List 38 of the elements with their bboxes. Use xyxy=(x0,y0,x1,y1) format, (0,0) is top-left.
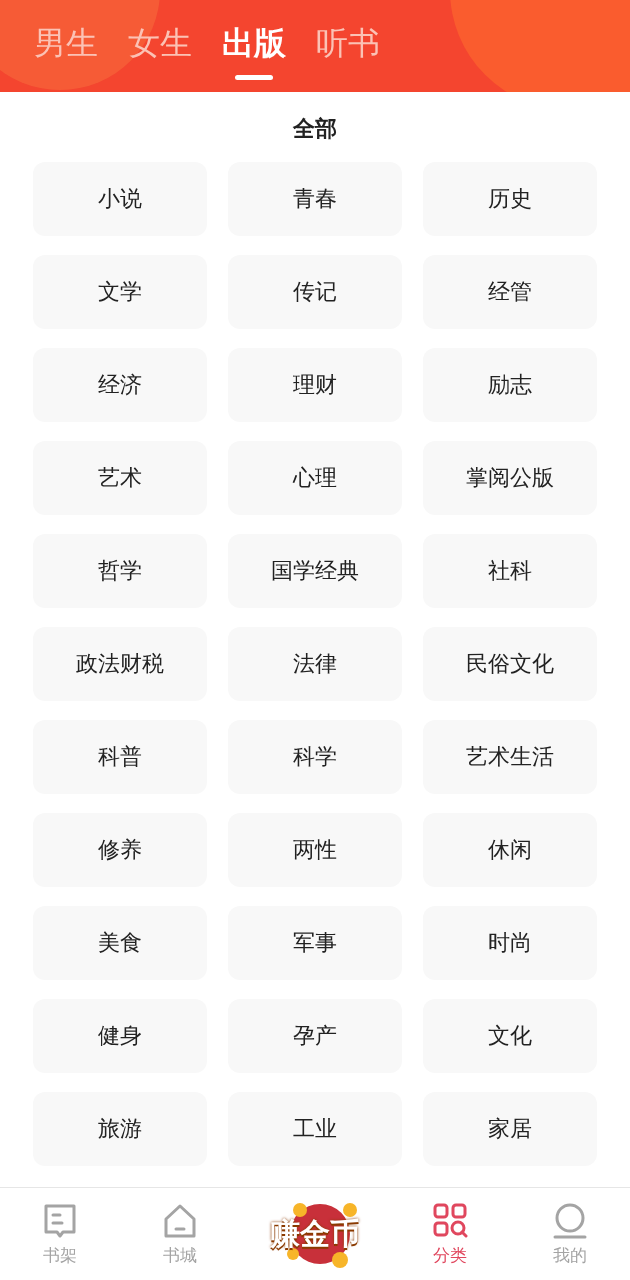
category-button[interactable]: 理财 xyxy=(228,348,402,422)
category-button[interactable]: 国学经典 xyxy=(228,534,402,608)
category-button[interactable]: 工业 xyxy=(228,1092,402,1166)
category-button[interactable]: 美食 xyxy=(33,906,207,980)
category-button[interactable]: 旅游 xyxy=(33,1092,207,1166)
category-button[interactable]: 心理 xyxy=(228,441,402,515)
category-button[interactable]: 孕产 xyxy=(228,999,402,1073)
category-button[interactable]: 经济 xyxy=(33,348,207,422)
category-button[interactable]: 文化 xyxy=(423,999,597,1073)
category-button[interactable]: 修养 xyxy=(33,813,207,887)
category-tab[interactable]: 出版 xyxy=(222,22,286,80)
category-button[interactable]: 历史 xyxy=(423,162,597,236)
category-button[interactable]: 艺术生活 xyxy=(423,720,597,794)
category-button[interactable]: 政法财税 xyxy=(33,627,207,701)
category-button[interactable]: 励志 xyxy=(423,348,597,422)
category-button[interactable]: 健身 xyxy=(33,999,207,1073)
category-button[interactable]: 科学 xyxy=(228,720,402,794)
category-button[interactable]: 青春 xyxy=(228,162,402,236)
category-button[interactable]: 社科 xyxy=(423,534,597,608)
category-button[interactable]: 经管 xyxy=(423,255,597,329)
category-button[interactable]: 文学 xyxy=(33,255,207,329)
grid-icon xyxy=(432,1201,468,1240)
category-button[interactable]: 艺术 xyxy=(33,441,207,515)
category-button[interactable]: 休闲 xyxy=(423,813,597,887)
category-button[interactable]: 掌阅公版 xyxy=(423,441,597,515)
category-button[interactable]: 传记 xyxy=(228,255,402,329)
nav-item[interactable]: 分类 xyxy=(415,1201,485,1267)
user-icon xyxy=(552,1201,588,1240)
category-button[interactable]: 科普 xyxy=(33,720,207,794)
category-button[interactable]: 两性 xyxy=(228,813,402,887)
category-button[interactable]: 时尚 xyxy=(423,906,597,980)
category-button[interactable]: 民俗文化 xyxy=(423,627,597,701)
category-button[interactable]: 法律 xyxy=(228,627,402,701)
category-button[interactable]: 军事 xyxy=(228,906,402,980)
section-title: 全部 xyxy=(292,115,338,143)
category-button[interactable]: 家居 xyxy=(423,1092,597,1166)
category-button[interactable]: 哲学 xyxy=(33,534,207,608)
category-button[interactable]: 小说 xyxy=(33,162,207,236)
